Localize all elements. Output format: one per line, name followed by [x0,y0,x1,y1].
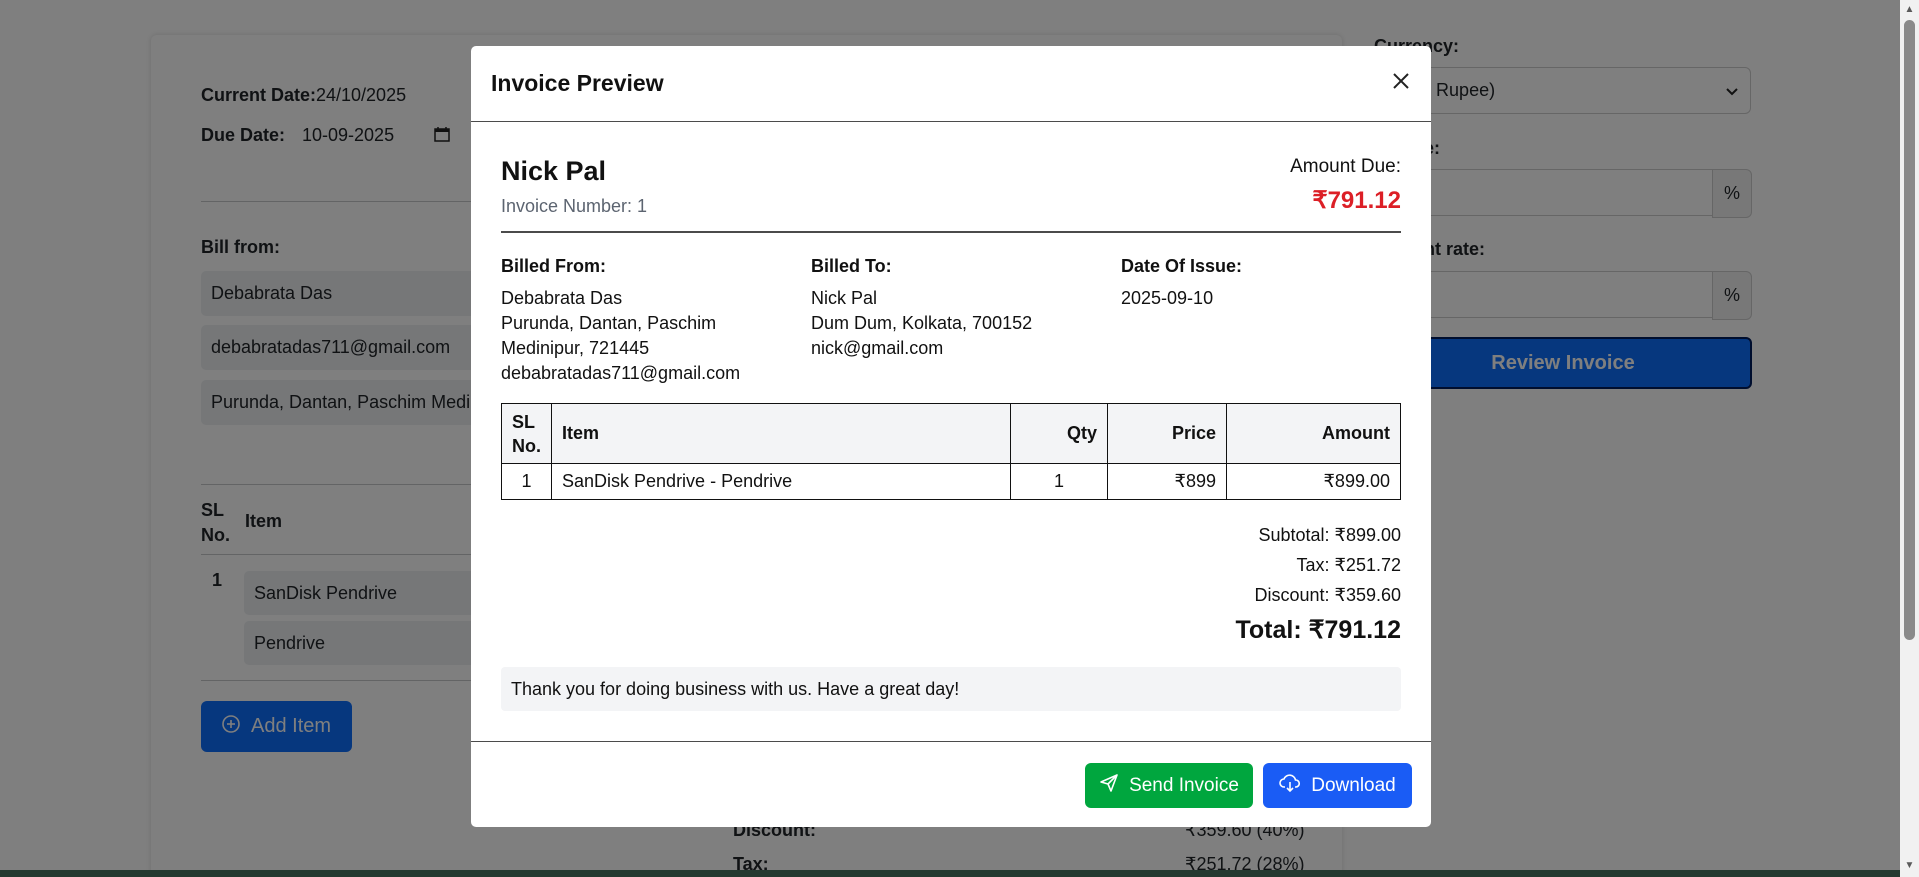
billed-from-block: Debabrata Das Purunda, Dantan, Paschim M… [501,286,740,386]
amount-due-label: Amount Due: [1290,156,1401,177]
table-row: 1 SanDisk Pendrive - Pendrive 1 ₹899 ₹89… [501,463,1401,500]
tax-total: Tax: ₹251.72 [1296,555,1401,575]
modal-title: Invoice Preview [491,70,664,96]
send-invoice-label: Send Invoice [1129,774,1239,796]
row-item: SanDisk Pendrive - Pendrive [551,463,1011,500]
bottom-strip [0,870,1900,877]
billed-from-label: Billed From: [501,256,607,276]
header-item: Item [551,403,1011,464]
billed-from-line: debabratadas711@gmail.com [501,363,741,383]
invoice-items-table: SL No. Item Qty Price Amount 1 SanDisk Pe… [501,403,1401,500]
grand-total: Total: ₹791.12 [1235,616,1401,644]
header-price: Price [1107,403,1227,464]
date-of-issue-label: Date Of Issue: [1121,256,1243,276]
row-amount: ₹899.00 [1226,463,1401,500]
row-qty: 1 [1010,463,1108,500]
header-qty: Qty [1010,403,1108,464]
row-sl: 1 [501,463,552,500]
send-icon [1099,773,1119,799]
billed-from-line: Medinipur, 721445 [501,338,650,358]
header-amount: Amount [1226,403,1401,464]
invoice-number: Invoice Number: 1 [501,196,648,216]
invoice-preview-modal: Invoice Preview Nick Pal Invoice Number:… [471,46,1431,827]
row-price: ₹899 [1107,463,1227,500]
billed-to-label: Billed To: [811,256,892,276]
scroll-up-arrow-icon[interactable]: ▲ [1903,3,1916,17]
download-button[interactable]: Download [1263,763,1412,808]
modal-header: Invoice Preview [471,46,1431,122]
billed-to-line: Dum Dum, Kolkata, 700152 [811,313,1033,333]
date-of-issue-value: 2025-09-10 [1121,288,1214,308]
thank-you-note: Thank you for doing business with us. Ha… [501,667,1401,711]
scrollbar-thumb[interactable] [1904,20,1915,640]
table-header-row: SL No. Item Qty Price Amount [501,403,1401,464]
cloud-download-icon [1279,773,1301,799]
subtotal: Subtotal: ₹899.00 [1258,525,1401,545]
send-invoice-button[interactable]: Send Invoice [1085,763,1253,808]
billed-from-line: Debabrata Das [501,288,623,308]
amount-due-value: ₹791.12 [1312,187,1401,214]
close-button[interactable] [1386,68,1416,98]
billed-to-line: nick@gmail.com [811,338,944,358]
footer-divider [471,741,1431,742]
header-divider [501,231,1401,233]
billed-to-block: Nick Pal Dum Dum, Kolkata, 700152 nick@g… [811,286,1032,361]
scroll-down-arrow-icon[interactable]: ▼ [1903,859,1916,873]
billed-from-line: Purunda, Dantan, Paschim [501,313,717,333]
client-name: Nick Pal [501,156,607,186]
header-sl: SL No. [501,403,552,464]
download-label: Download [1311,774,1396,796]
billed-to-line: Nick Pal [811,288,878,308]
discount-total: Discount: ₹359.60 [1254,585,1401,605]
close-icon [1392,72,1410,95]
